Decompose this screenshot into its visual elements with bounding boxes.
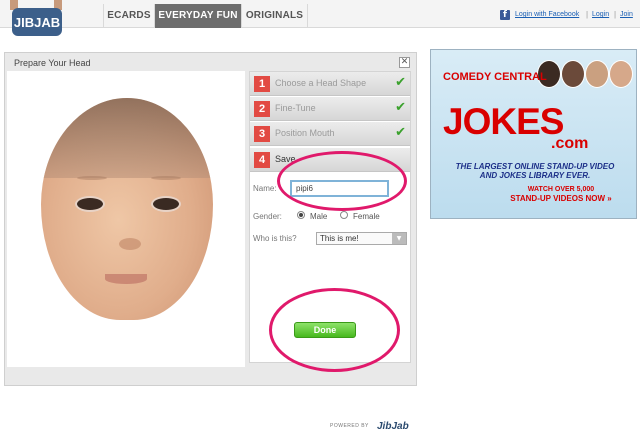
separator: | [586,10,589,19]
gender-label: Gender: [253,212,282,221]
comedian-photo [609,60,633,88]
ad-cta: STAND-UP VIDEOS NOW » [510,194,612,203]
checkmark-icon: ✔ [395,125,406,140]
step-number: 4 [254,152,270,168]
name-label: Name: [253,184,277,193]
top-navigation-bar: JIBJAB ECARDS EVERYDAY FUN ORIGINALS f L… [0,0,640,36]
who-is-this-select[interactable]: This is me! ▼ [316,232,407,245]
checkmark-icon: ✔ [395,75,406,90]
ad-brand: COMEDY CENTRAL [443,71,547,83]
head-preview-canvas [7,71,245,367]
baby-face-photo [41,98,213,320]
comedian-photo [585,60,609,88]
ad-headline-suffix: .com [551,135,589,152]
step-label: Fine-Tune [275,103,316,113]
facebook-icon[interactable]: f [500,10,510,20]
page: JIBJAB ECARDS EVERYDAY FUN ORIGINALS f L… [0,0,640,439]
gender-male-radio[interactable] [297,211,305,219]
right-eyebrow [151,176,181,180]
step-label: Position Mouth [275,128,335,138]
jibjab-footer-logo: JibJab [377,421,409,432]
tab-everyday-fun[interactable]: EVERYDAY FUN [155,4,242,28]
step-number: 1 [254,76,270,92]
step-number: 2 [254,101,270,117]
step-number: 3 [254,126,270,142]
login-with-facebook-link[interactable]: Login with Facebook [515,11,579,18]
left-eye [77,198,103,210]
tab-originals[interactable]: ORIGINALS [242,4,308,28]
logo-text: JIBJAB [14,15,60,30]
gender-female-label[interactable]: Female [353,212,380,221]
dropdown-arrow-icon: ▼ [392,233,406,244]
annotation-circle-name-field [277,151,407,211]
annotation-circle-done-button [269,288,400,372]
step-position-mouth[interactable]: 3 Position Mouth ✔ [250,122,410,146]
jibjab-logo[interactable]: JIBJAB [8,0,66,40]
gender-female-radio[interactable] [340,211,348,219]
ad-tagline: THE LARGEST ONLINE STAND-UP VIDEO [455,162,615,171]
step-fine-tune[interactable]: 2 Fine-Tune ✔ [250,97,410,121]
who-is-this-label: Who is this? [253,234,297,243]
separator: | [614,10,617,19]
mouth [105,274,147,284]
step-label: Choose a Head Shape [275,78,367,88]
comedy-central-ad-banner[interactable]: COMEDY CENTRAL JOKES .com THE LARGEST ON… [430,49,637,219]
join-link[interactable]: Join [620,11,633,18]
gender-male-label[interactable]: Male [310,212,327,221]
ad-cta: WATCH OVER 5,000 [527,186,595,193]
dialog-title: Prepare Your Head [14,58,91,68]
tab-ecards[interactable]: ECARDS [103,4,155,28]
ad-headline: JOKES [443,101,564,142]
powered-by-label: POWERED BY [330,423,369,429]
comedian-photo [561,60,585,88]
login-link[interactable]: Login [592,11,609,18]
checkmark-icon: ✔ [395,100,406,115]
close-icon[interactable]: ✕ [399,57,410,68]
nose [119,238,141,250]
who-is-this-value: This is me! [320,234,359,243]
ad-tagline: AND JOKES LIBRARY EVER. [479,171,591,180]
right-eye [153,198,179,210]
hair [41,98,213,178]
left-eyebrow [77,176,107,180]
step-choose-head-shape[interactable]: 1 Choose a Head Shape ✔ [250,72,410,96]
